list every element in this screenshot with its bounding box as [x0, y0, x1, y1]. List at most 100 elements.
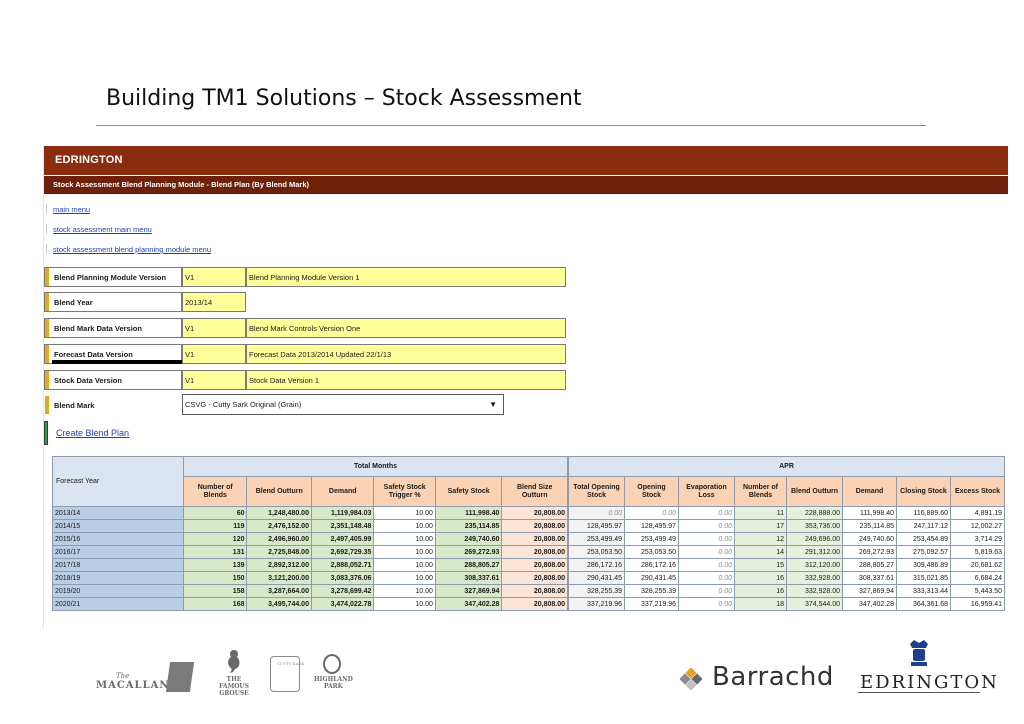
table-cell: 253,454.89	[896, 532, 951, 546]
chevron-down-icon[interactable]: ▼	[489, 400, 497, 409]
table-cell: 128,495.97	[624, 519, 679, 533]
table-row: 128,495.97 128,495.97 0.00 17 353,736.00 235,…	[568, 519, 1006, 533]
param-label: Forecast Data Version	[54, 350, 133, 359]
forecast-year-cell: 2017/18	[52, 558, 184, 572]
table-cell[interactable]: 10.00	[373, 597, 436, 611]
forecast-year-cell: 2019/20	[52, 584, 184, 598]
table-cell: 16,959.41	[949, 597, 1006, 611]
table-row: 290,431.45 290,431.45 0.00 16 332,928.00 308,…	[568, 571, 1006, 585]
table-cell: 333,313.44	[896, 584, 951, 598]
table-cell: 309,486.89	[896, 558, 951, 572]
table-cell: 0.00	[678, 519, 735, 533]
forecast-year-cell: 2015/16	[52, 532, 184, 546]
table-cell: 347,402.28	[842, 597, 897, 611]
forecast-year-cell: 2014/15	[52, 519, 184, 533]
column-header: Total Opening Stock	[568, 476, 625, 507]
table-cell: 2,888,052.71	[310, 558, 375, 572]
table-cell: 0.00	[568, 506, 625, 520]
table-row: 0.00 0.00 0.00 11 228,888.00 111,998.40 116,88…	[568, 506, 1006, 520]
table-cell: 150	[182, 571, 248, 585]
table-cell: 249,740.60	[434, 532, 503, 546]
table-row: 2014/15 119 2,476,152.00 2,351,148.48 10.00 2…	[52, 519, 568, 533]
column-header: Evaporation Loss	[678, 476, 735, 507]
param-label: Blend Mark	[54, 401, 95, 410]
table-row: 337,219.96 337,219.96 0.00 18 374,544.00 347,…	[568, 597, 1006, 611]
blend-mark-select[interactable]: CSVG - Cutty Sark Original (Grain) ▼	[182, 394, 504, 415]
param-label: Blend Year	[54, 298, 93, 307]
table-row: 2020/21 168 3,495,744.00 3,474,022.78 10.00 3…	[52, 597, 568, 611]
table-cell: 168	[182, 597, 248, 611]
table-cell[interactable]: 10.00	[373, 545, 436, 559]
table-cell: 269,272.93	[434, 545, 503, 559]
param-code-field[interactable]: V1	[182, 267, 246, 287]
barrachd-logo: Barrachd	[712, 662, 834, 692]
table-cell: 2,725,848.00	[246, 545, 312, 559]
highland-park-icon	[323, 654, 341, 674]
table-cell: 20,808.00	[501, 532, 568, 546]
module-banner: Stock Assessment Blend Planning Module -…	[44, 176, 1008, 194]
nav-link-blend-planning-menu[interactable]: stock assessment blend planning module m…	[53, 245, 211, 254]
table-cell: 18	[734, 597, 787, 611]
table-cell[interactable]: 10.00	[373, 584, 436, 598]
table-cell: 288,805.27	[842, 558, 897, 572]
param-code-field[interactable]: V1	[182, 370, 246, 390]
table-cell[interactable]: 10.00	[373, 519, 436, 533]
table-cell: 116,889.60	[896, 506, 951, 520]
param-accent	[45, 293, 49, 311]
create-accent	[44, 421, 48, 445]
table-cell[interactable]: 10.00	[373, 558, 436, 572]
param-code-field[interactable]: V1	[182, 318, 246, 338]
column-header: Blend Size Outturn	[501, 476, 568, 507]
table-cell: 3,121,200.00	[246, 571, 312, 585]
table-cell: 5,819.63	[949, 545, 1006, 559]
param-code-field[interactable]: V1	[182, 344, 246, 364]
table-cell: 0.00	[678, 571, 735, 585]
param-description: Stock Data Version 1	[246, 370, 566, 390]
table-cell: 290,431.45	[624, 571, 679, 585]
table-cell: 228,888.00	[786, 506, 843, 520]
grouse-line: THE	[226, 676, 242, 683]
apr-header: APR	[567, 456, 1006, 477]
table-cell: 249,740.60	[842, 532, 897, 546]
param-accent	[45, 396, 49, 414]
table-row: 2017/18 139 2,892,312.00 2,888,052.71 10.00 2…	[52, 558, 568, 572]
table-cell: 247,117.12	[896, 519, 951, 533]
row-header-strip	[16, 146, 44, 629]
table-cell[interactable]: 10.00	[373, 571, 436, 585]
nav-marker	[46, 244, 47, 254]
table-cell: 20,808.00	[501, 519, 568, 533]
forecast-year-cell: 2018/19	[52, 571, 184, 585]
table-cell[interactable]: 10.00	[373, 532, 436, 546]
brand-banner: EDRINGTON	[44, 146, 1008, 175]
column-header: Demand	[310, 476, 375, 507]
table-cell: 3,714.29	[949, 532, 1006, 546]
forecast-year-cell: 2016/17	[52, 545, 184, 559]
edrington-underline	[858, 692, 980, 693]
param-code-field[interactable]: 2013/14	[182, 292, 246, 312]
table-cell[interactable]: 10.00	[373, 506, 436, 520]
nav-link-main-menu[interactable]: main menu	[53, 205, 90, 214]
table-cell: 20,808.00	[501, 597, 568, 611]
create-blend-plan-link[interactable]: Create Blend Plan	[56, 428, 129, 438]
table-cell: 328,255.39	[624, 584, 679, 598]
title-divider	[96, 125, 926, 126]
slide-title: Building TM1 Solutions – Stock Assessmen…	[106, 86, 582, 111]
highland-line: PARK	[323, 683, 343, 690]
forecast-year-cell: 2013/14	[52, 506, 184, 520]
table-cell: 347,402.28	[434, 597, 503, 611]
table-cell: 288,805.27	[434, 558, 503, 572]
param-label: Stock Data Version	[54, 376, 122, 385]
table-cell: 1,119,984.03	[310, 506, 375, 520]
macallan-logo: MACALLAN	[96, 680, 170, 691]
table-cell: 12	[734, 532, 787, 546]
table-cell: 20,681.62	[949, 558, 1006, 572]
table-cell: 5,443.50	[949, 584, 1006, 598]
total-months-header: Total Months	[183, 456, 568, 477]
table-cell: 253,499.49	[568, 532, 625, 546]
table-row: 2015/16 120 2,496,960.00 2,497,405.99 10.00 2…	[52, 532, 568, 546]
nav-link-stock-assessment-main-menu[interactable]: stock assessment main menu	[53, 225, 152, 234]
macallan-script: The	[116, 672, 130, 680]
column-header: Safety Stock Trigger %	[373, 476, 436, 507]
table-cell: 337,219.96	[568, 597, 625, 611]
column-header: Number of Blends	[734, 476, 787, 507]
